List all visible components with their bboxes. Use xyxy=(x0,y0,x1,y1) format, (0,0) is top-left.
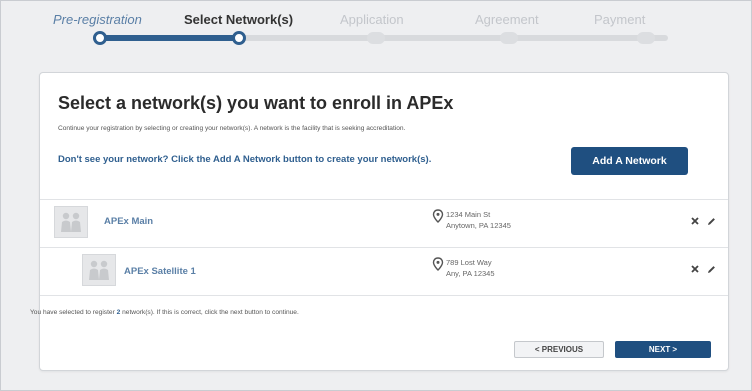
row-actions xyxy=(690,264,716,274)
progress-steps: Pre-registration Select Network(s) Appli… xyxy=(1,1,752,61)
network-row[interactable]: APEx Main 1234 Main St Anytown, PA 12345 xyxy=(40,199,728,247)
step-dot-payment xyxy=(637,32,655,44)
progress-fill xyxy=(93,35,241,41)
step-application: Application xyxy=(340,12,404,27)
step-payment: Payment xyxy=(594,12,646,27)
map-pin-icon xyxy=(432,209,444,223)
previous-button[interactable]: < PREVIOUS xyxy=(514,341,604,358)
network-row[interactable]: APEx Satellite 1 789 Lost Way Any, PA 12… xyxy=(40,247,728,296)
network-address: 789 Lost Way Any, PA 12345 xyxy=(446,257,495,279)
people-icon xyxy=(54,206,88,238)
address-line-2: Anytown, PA 12345 xyxy=(446,221,511,230)
step-dot-pre-registration xyxy=(93,31,107,45)
network-selection-card: Select a network(s) you want to enroll i… xyxy=(30,72,729,371)
close-icon[interactable] xyxy=(690,216,700,226)
page-description: Continue your registration by selecting … xyxy=(58,125,406,132)
page-title: Select a network(s) you want to enroll i… xyxy=(58,93,454,113)
app-frame: Pre-registration Select Network(s) Appli… xyxy=(0,0,752,391)
network-name[interactable]: APEx Main xyxy=(104,216,153,227)
step-dot-agreement xyxy=(500,32,518,44)
map-pin-icon xyxy=(432,257,444,271)
selection-summary: You have selected to register 2 network(… xyxy=(30,309,299,316)
add-network-prompt: Don't see your network? Click the Add A … xyxy=(58,154,432,165)
address-line-2: Any, PA 12345 xyxy=(446,269,495,278)
step-dot-select-networks xyxy=(232,31,246,45)
pencil-icon[interactable] xyxy=(706,264,716,274)
address-line-1: 789 Lost Way xyxy=(446,258,492,267)
step-agreement: Agreement xyxy=(475,12,539,27)
step-select-networks: Select Network(s) xyxy=(184,12,294,27)
network-list: APEx Main 1234 Main St Anytown, PA 12345 xyxy=(40,199,728,296)
step-pre-registration[interactable]: Pre-registration xyxy=(53,12,142,27)
close-icon[interactable] xyxy=(690,264,700,274)
pencil-icon[interactable] xyxy=(706,216,716,226)
step-dot-application xyxy=(367,32,385,44)
people-icon xyxy=(82,254,116,286)
address-line-1: 1234 Main St xyxy=(446,210,491,219)
row-actions xyxy=(690,216,716,226)
add-network-button[interactable]: Add A Network xyxy=(571,147,688,175)
network-address: 1234 Main St Anytown, PA 12345 xyxy=(446,209,511,231)
network-name[interactable]: APEx Satellite 1 xyxy=(124,266,196,277)
next-button[interactable]: NEXT > xyxy=(615,341,711,358)
